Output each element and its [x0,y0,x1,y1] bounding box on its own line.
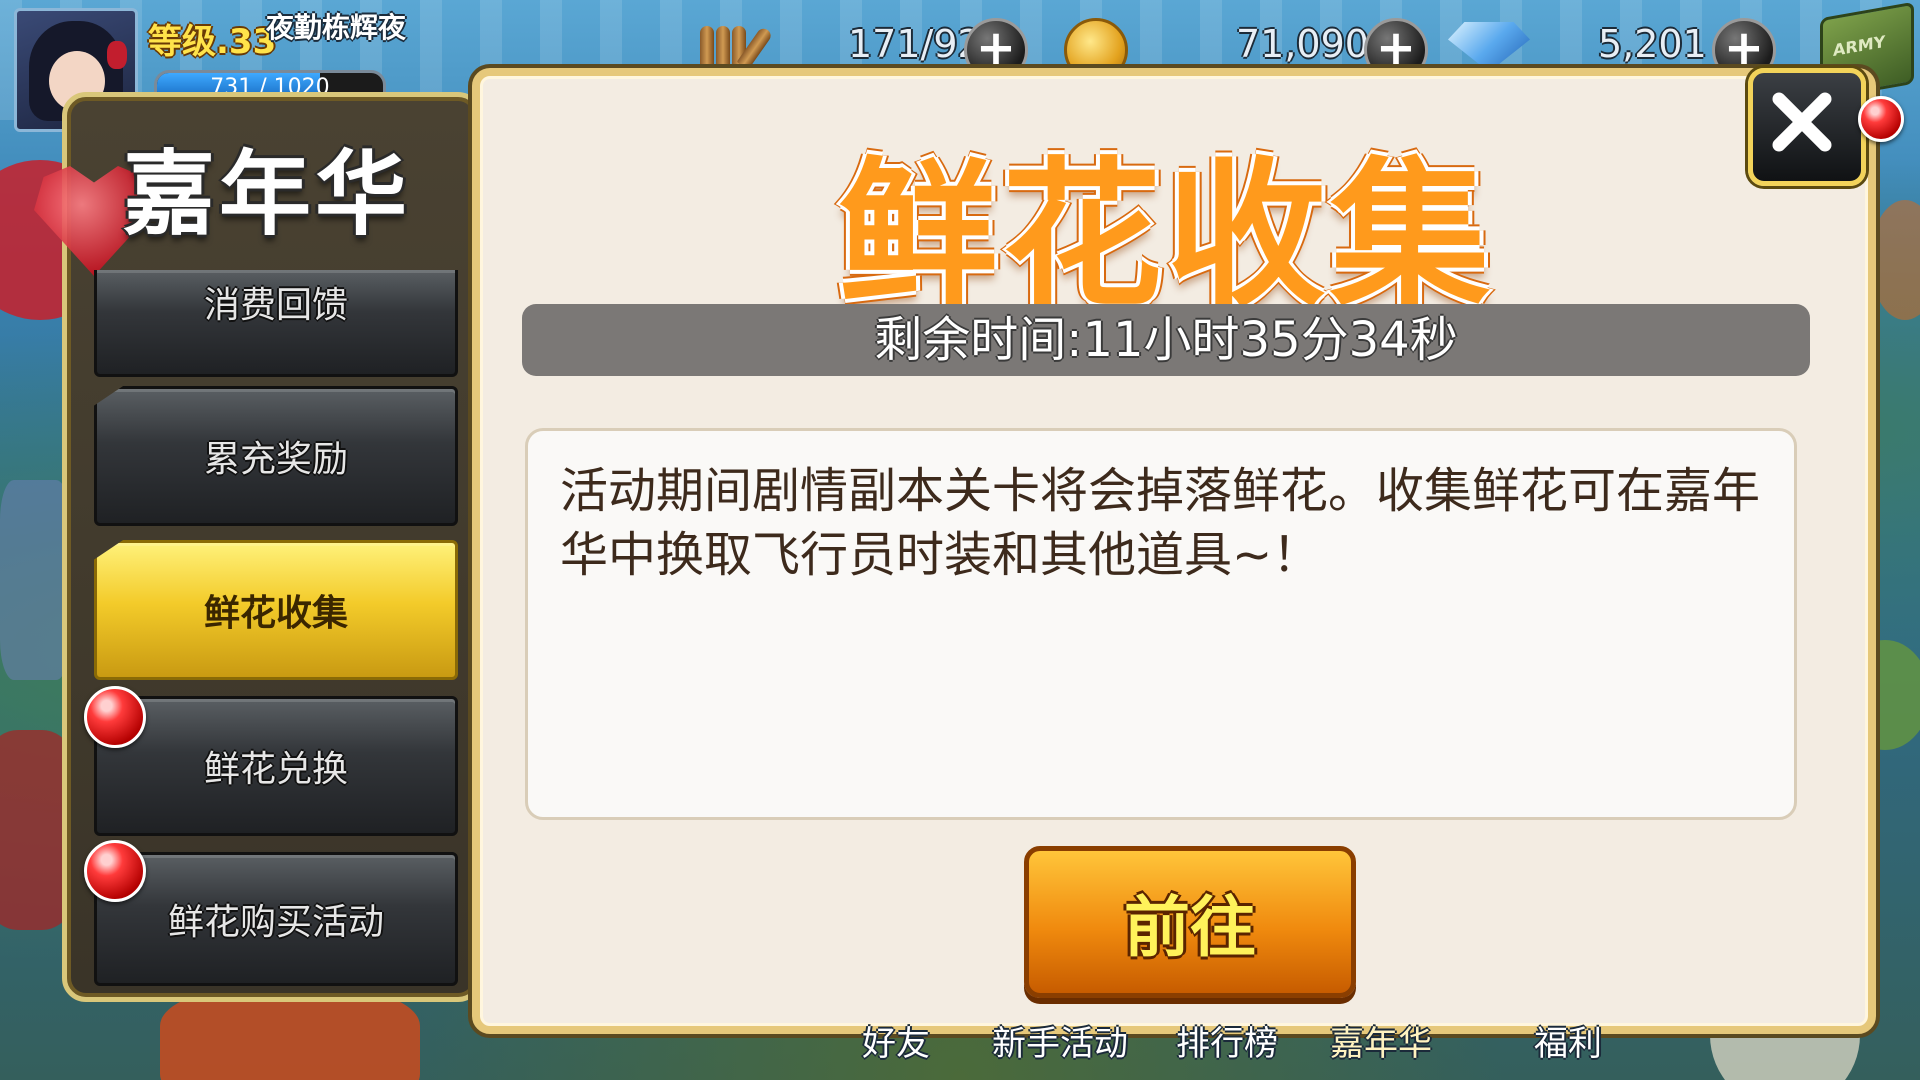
background-rocket [160,990,420,1080]
go-button[interactable]: 前往 [1024,846,1356,998]
sidebar-item-flower-collection[interactable]: 鲜花收集 [94,540,458,680]
remaining-time-bar: 剩余时间:11小时35分34秒 [522,304,1810,376]
nav-item-leaderboard[interactable]: 排行榜 [1176,1016,1278,1065]
sidebar-title: 嘉年华 [122,141,411,248]
go-button-label: 前往 [1124,889,1256,966]
army-box-label: ARMY [1833,31,1886,60]
nav-item-welfare[interactable]: 福利 [1534,1016,1602,1065]
sidebar-item-label: 鲜花购买活动 [167,902,384,943]
nav-item-newbie-events[interactable]: 新手活动 [992,1016,1128,1065]
notification-dot [84,686,146,748]
sidebar-item-flower-exchange[interactable]: 鲜花兑换 [94,696,458,836]
notification-dot [1858,96,1904,142]
gold-value: 71,090 [1236,22,1369,66]
close-button[interactable] [1748,68,1866,186]
sidebar-item-consumption-rebate[interactable]: 消费回馈 [94,270,458,377]
player-level: 等级.33 [148,22,277,62]
event-description: 活动期间剧情副本关卡将会掉落鲜花。收集鲜花可在嘉年华中换取飞行员时装和其他道具~… [525,428,1797,820]
nav-item-friends[interactable]: 好友 [862,1016,930,1065]
nav-item-carnival[interactable]: 嘉年华 [1330,1016,1432,1065]
stamina-value: 171/92 [848,22,982,66]
sidebar-item-label: 消费回馈 [203,285,348,326]
background-character [1870,200,1920,320]
diamond-value: 5,201 [1598,22,1707,66]
sidebar-item-flower-purchase[interactable]: 鲜花购买活动 [94,852,458,986]
close-icon [1772,92,1832,152]
sidebar-item-label: 鲜花兑换 [203,749,348,790]
sidebar-item-label: 累充奖励 [203,439,348,480]
sidebar-item-label: 鲜花收集 [203,593,348,634]
player-name: 夜勤栋辉夜 [266,11,407,44]
sidebar-item-cumulative-recharge[interactable]: 累充奖励 [94,386,458,526]
notification-dot [84,840,146,902]
bottom-navigation: 好友 新手活动 排行榜 嘉年华 福利 [720,1012,1620,1080]
background-tower [0,480,70,680]
